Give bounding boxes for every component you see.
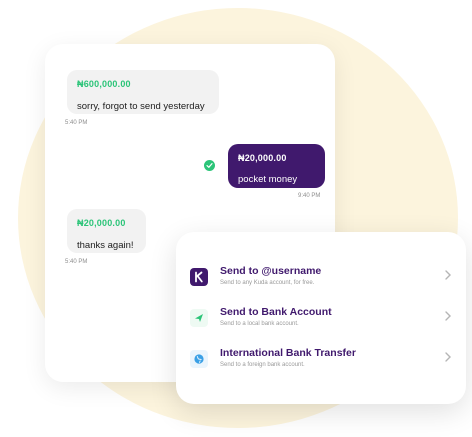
option-send-to-bank-account[interactable]: Send to Bank Account Send to a local ban… (190, 306, 452, 340)
message-amount: ₦600,000.00 (77, 79, 131, 89)
chevron-right-icon (445, 311, 451, 321)
option-international-transfer[interactable]: International Bank Transfer Send to a fo… (190, 347, 452, 381)
globe-icon (190, 350, 208, 368)
message-timestamp: 9:40 PM (298, 193, 321, 199)
message-timestamp: 5:40 PM (65, 120, 88, 126)
option-title: Send to @username (220, 265, 322, 277)
chevron-right-icon (445, 270, 451, 280)
message-amount: ₦20,000.00 (77, 218, 126, 228)
message-timestamp: 5:40 PM (65, 259, 88, 265)
option-title: Send to Bank Account (220, 306, 332, 318)
outgoing-message-bubble: ₦20,000.00 pocket money (228, 144, 325, 188)
send-arrow-icon (190, 309, 208, 327)
option-title: International Bank Transfer (220, 347, 356, 359)
option-send-to-username[interactable]: Send to @username Send to any Kuda accou… (190, 265, 452, 299)
send-options-card: Send to @username Send to any Kuda accou… (176, 232, 466, 404)
option-subtitle: Send to any Kuda account, for free. (220, 280, 315, 286)
chevron-right-icon (445, 352, 451, 362)
message-amount: ₦20,000.00 (238, 153, 287, 163)
incoming-message-bubble: ₦600,000.00 sorry, forgot to send yester… (67, 70, 219, 114)
option-subtitle: Send to a local bank account. (220, 321, 299, 327)
message-text: sorry, forgot to send yesterday (77, 101, 205, 112)
kuda-logo-icon (190, 268, 208, 286)
incoming-message-bubble: ₦20,000.00 thanks again! (67, 209, 146, 253)
message-text: pocket money (238, 174, 298, 185)
option-subtitle: Send to a foreign bank account. (220, 362, 305, 368)
message-text: thanks again! (77, 240, 134, 251)
sent-check-icon (204, 160, 215, 171)
